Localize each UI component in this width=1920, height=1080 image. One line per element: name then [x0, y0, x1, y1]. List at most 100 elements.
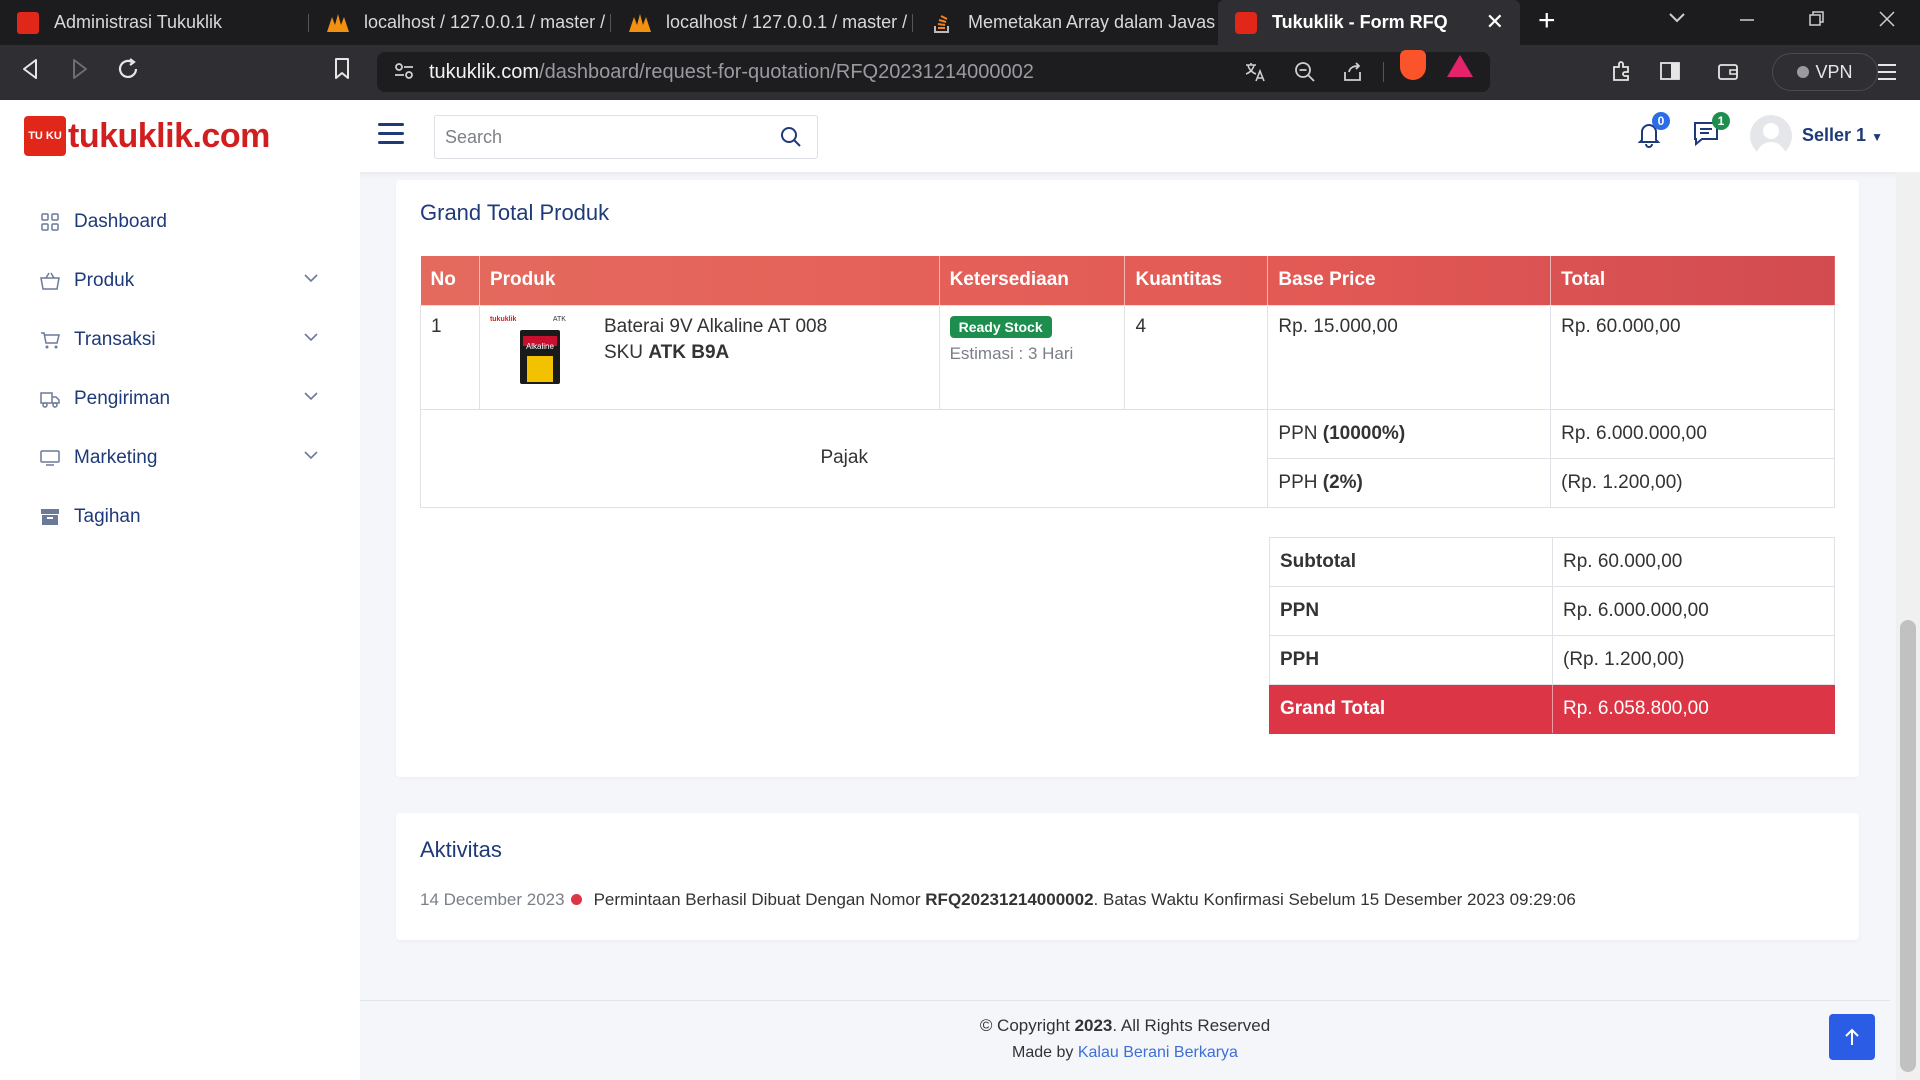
url-text: tukuklik.com/dashboard/request-for-quota… — [429, 61, 1034, 83]
cell-base-price: Rp. 15.000,00 — [1267, 304, 1552, 410]
archive-icon — [40, 507, 60, 527]
url-field[interactable]: tukuklik.com/dashboard/request-for-quota… — [377, 52, 1490, 92]
pph-label-cell: PPH (2%) — [1267, 457, 1552, 508]
chevron-down-icon — [303, 447, 319, 469]
tab-search-chevron-icon[interactable] — [1668, 6, 1686, 32]
extensions-icon[interactable] — [1610, 59, 1634, 90]
tab-phpmyadmin-2[interactable]: localhost / 127.0.0.1 / master / — [612, 0, 912, 45]
sidebar-item-tagihan[interactable]: Tagihan — [40, 497, 325, 537]
arrow-up-icon — [1845, 1028, 1859, 1045]
pph-label: PPH — [1278, 471, 1318, 493]
translate-icon[interactable] — [1243, 60, 1267, 90]
chevron-down-icon — [303, 388, 319, 410]
search-icon[interactable] — [779, 125, 803, 154]
back-to-top-button[interactable] — [1829, 1014, 1875, 1060]
sidebar-item-pengiriman[interactable]: Pengiriman — [40, 379, 325, 419]
notification-bell-icon[interactable]: 0 — [1636, 112, 1670, 153]
tax-label: Pajak — [419, 408, 1269, 508]
pph-rate: (2%) — [1322, 471, 1363, 493]
zoom-out-icon[interactable] — [1293, 60, 1317, 90]
user-menu[interactable]: Seller 1 ▼ — [1802, 125, 1883, 146]
vpn-status-icon — [1797, 66, 1810, 78]
subtotal-value: Rp. 60.000,00 — [1552, 537, 1835, 587]
vpn-button[interactable]: VPN — [1772, 53, 1878, 91]
column-header-kuantitas: Kuantitas — [1124, 256, 1269, 305]
ready-stock-badge: Ready Stock — [949, 315, 1052, 338]
tukuklik-favicon-icon — [1234, 11, 1258, 35]
bookmark-icon[interactable] — [332, 57, 352, 88]
reload-icon[interactable] — [116, 57, 140, 88]
scrollbar-thumb[interactable] — [1900, 620, 1916, 1072]
back-icon[interactable] — [20, 57, 42, 88]
summary-row-subtotal: Subtotal Rp. 60.000,00 — [1269, 537, 1835, 587]
chevron-down-icon — [303, 270, 319, 292]
made-by-link[interactable]: Kalau Berani Berkarya — [1078, 1044, 1238, 1061]
avatar[interactable] — [1750, 115, 1792, 157]
basket-icon — [40, 271, 60, 291]
activity-date: 14 December 2023 — [420, 890, 565, 909]
sidebar-item-produk[interactable]: Produk — [40, 261, 325, 301]
activity-text: Permintaan Berhasil Dibuat Dengan Nomor — [593, 890, 921, 909]
wallet-icon[interactable] — [1716, 59, 1740, 90]
close-window-icon[interactable] — [1878, 8, 1896, 34]
grid-icon — [40, 212, 60, 232]
forward-icon[interactable] — [68, 57, 90, 88]
phpmyadmin-favicon-icon — [326, 11, 350, 35]
column-header-total: Total — [1561, 269, 1606, 291]
close-tab-icon[interactable]: ✕ — [1486, 9, 1504, 35]
made-by-text: Made by Kalau Berani Berkarya — [1012, 1044, 1238, 1061]
search-input[interactable] — [435, 116, 755, 158]
grand-total-label: Grand Total — [1269, 684, 1553, 734]
product-table: No Produk Ketersediaan Kuantitas Base Pr… — [419, 256, 1835, 508]
summary-table: Subtotal Rp. 60.000,00 PPN Rp. 6.000.000… — [1269, 537, 1835, 734]
copyright-text: © Copyright 2023. All Rights Reserved — [979, 1016, 1271, 1035]
timeline-dot-icon — [570, 894, 582, 905]
pph-value: (Rp. 1.200,00) — [1550, 457, 1835, 508]
sidebar-item-label: Transaksi — [74, 329, 156, 350]
search-box — [434, 115, 818, 159]
summary-ppn-value: Rp. 6.000.000,00 — [1552, 586, 1835, 636]
cell-total: Rp. 60.000,00 — [1550, 304, 1835, 410]
cell-kuantitas: 4 — [1124, 304, 1269, 410]
sidebar-toggle-icon[interactable] — [1658, 59, 1682, 90]
sidebar-item-transaksi[interactable]: Transaksi — [40, 320, 325, 360]
tab-form-rfq[interactable]: Tukuklik - Form RFQ ✕ — [1218, 0, 1520, 45]
card-title: Grand Total Produk — [420, 200, 610, 225]
browser-tab-bar: Administrasi Tukuklik localhost / 127.0.… — [0, 0, 1920, 45]
table-row: 1 tukuklik ATK Alkaline Baterai 9V Alkal… — [420, 304, 1835, 410]
sidebar-item-marketing[interactable]: Marketing — [40, 438, 325, 478]
menu-icon[interactable] — [1876, 59, 1898, 90]
message-count-badge: 1 — [1712, 112, 1730, 130]
tab-administrasi-tukuklik[interactable]: Administrasi Tukuklik — [0, 0, 308, 45]
summary-row-grand-total: Grand Total Rp. 6.058.800,00 — [1269, 684, 1835, 734]
tab-label: Administrasi Tukuklik — [54, 12, 223, 32]
cart-icon — [40, 330, 60, 350]
new-tab-icon[interactable]: + — [1538, 4, 1556, 38]
sidebar-item-dashboard[interactable]: Dashboard — [40, 202, 325, 242]
tab-phpmyadmin-1[interactable]: localhost / 127.0.0.1 / master / — [310, 0, 610, 45]
brave-rewards-icon[interactable] — [1447, 55, 1473, 77]
cell-produk: tukuklik ATK Alkaline Baterai 9V Alkalin… — [478, 304, 940, 410]
monitor-icon — [40, 448, 60, 468]
sidebar-item-label: Tagihan — [74, 506, 141, 527]
share-icon[interactable] — [1341, 60, 1365, 90]
messages-icon[interactable]: 1 — [1692, 112, 1730, 153]
brave-shields-icon[interactable] — [1400, 50, 1426, 80]
product-thumbnail[interactable]: tukuklik ATK Alkaline — [490, 316, 570, 388]
site-settings-icon[interactable] — [393, 60, 415, 88]
column-header-produk: Produk — [479, 256, 940, 305]
restore-icon[interactable] — [1808, 8, 1826, 34]
grand-total-value: Rp. 6.058.800,00 — [1552, 684, 1835, 734]
sidebar-item-label: Dashboard — [74, 211, 167, 232]
activity-deadline: . Batas Waktu Konfirmasi Sebelum 15 Dese… — [1093, 890, 1576, 909]
sku-prefix: SKU — [603, 341, 644, 363]
ppn-value: Rp. 6.000.000,00 — [1550, 408, 1835, 459]
chevron-down-icon — [303, 329, 319, 351]
hamburger-menu-icon[interactable] — [378, 123, 404, 145]
browser-address-bar: tukuklik.com/dashboard/request-for-quota… — [0, 45, 1920, 100]
logo-text: tukuklik.com — [68, 116, 270, 155]
minimize-icon[interactable] — [1738, 8, 1756, 34]
tab-label: Tukuklik - Form RFQ — [1272, 12, 1448, 32]
tukuklik-logo[interactable]: TU KU tukuklik.com — [24, 116, 270, 156]
tab-memetakan-array[interactable]: Memetakan Array dalam Javascr — [914, 0, 1216, 45]
